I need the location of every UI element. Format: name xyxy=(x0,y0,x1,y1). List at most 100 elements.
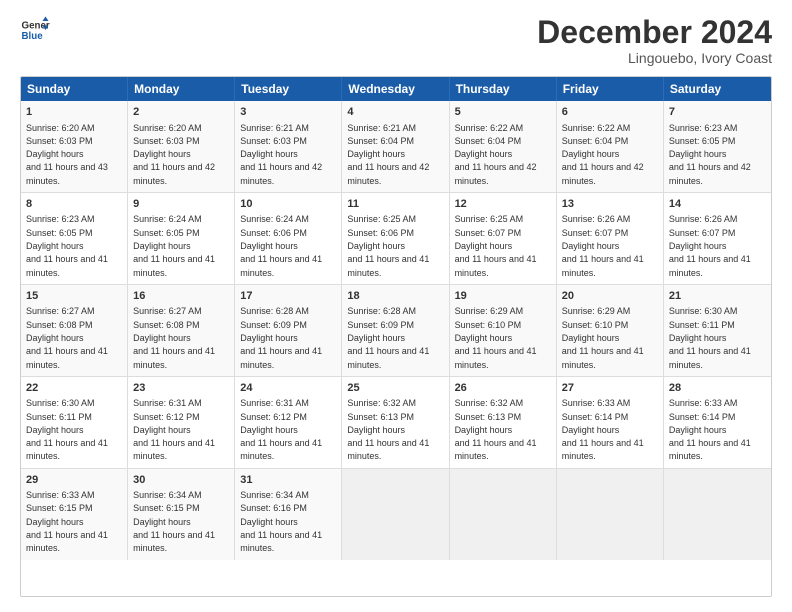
calendar-cell-day-25: 25 Sunrise: 6:32 AMSunset: 6:13 PMDayligh… xyxy=(342,377,449,468)
day-number: 2 xyxy=(133,105,229,120)
day-number: 19 xyxy=(455,289,551,304)
day-number: 16 xyxy=(133,289,229,304)
calendar-cell-day-14: 14 Sunrise: 6:26 AMSunset: 6:07 PMDayligh… xyxy=(664,193,771,284)
calendar-cell-day-17: 17Sunrise: 6:28 AMSunset: 6:09 PMDayligh… xyxy=(235,285,342,376)
header-sunday: Sunday xyxy=(21,77,128,101)
logo-icon: General Blue xyxy=(20,15,50,45)
calendar-cell-day-22: 22Sunrise: 6:30 AMSunset: 6:11 PMDayligh… xyxy=(21,377,128,468)
header-friday: Friday xyxy=(557,77,664,101)
calendar-cell-day-19: 19 Sunrise: 6:29 AMSunset: 6:10 PMDayligh… xyxy=(450,285,557,376)
day-number: 7 xyxy=(669,105,766,120)
day-info: Sunrise: 6:33 AMSunset: 6:15 PMDaylight … xyxy=(26,490,108,553)
calendar-cell-day-31: 31 Sunrise: 6:34 AMSunset: 6:16 PMDayligh… xyxy=(235,469,342,560)
header-monday: Monday xyxy=(128,77,235,101)
calendar-cell-day-26: 26 Sunrise: 6:32 AMSunset: 6:13 PMDayligh… xyxy=(450,377,557,468)
calendar-cell-day-24: 24Sunrise: 6:31 AMSunset: 6:12 PMDayligh… xyxy=(235,377,342,468)
day-info: Sunrise: 6:20 AMSunset: 6:03 PMDaylight … xyxy=(133,123,215,186)
calendar-cell-day-10: 10 Sunrise: 6:24 AMSunset: 6:06 PMDayligh… xyxy=(235,193,342,284)
day-info: Sunrise: 6:32 AMSunset: 6:13 PMDaylight … xyxy=(455,398,537,461)
header-wednesday: Wednesday xyxy=(342,77,449,101)
calendar-cell-day-6: 6Sunrise: 6:22 AMSunset: 6:04 PMDaylight… xyxy=(557,101,664,192)
calendar-cell-day-13: 13 Sunrise: 6:26 AMSunset: 6:07 PMDayligh… xyxy=(557,193,664,284)
day-info: Sunrise: 6:27 AMSunset: 6:08 PMDaylight … xyxy=(133,306,215,369)
page: General Blue December 2024 Lingouebo, Iv… xyxy=(0,0,792,612)
header-thursday: Thursday xyxy=(450,77,557,101)
calendar-row-2: 8Sunrise: 6:23 AMSunset: 6:05 PMDaylight… xyxy=(21,193,771,285)
day-number: 3 xyxy=(240,105,336,120)
day-number: 29 xyxy=(26,473,122,488)
day-info: Sunrise: 6:29 AMSunset: 6:10 PMDaylight … xyxy=(562,306,644,369)
calendar-cell-day-8: 8Sunrise: 6:23 AMSunset: 6:05 PMDaylight… xyxy=(21,193,128,284)
day-info: Sunrise: 6:24 AMSunset: 6:06 PMDaylight … xyxy=(240,214,322,277)
calendar-cell-day-16: 16 Sunrise: 6:27 AMSunset: 6:08 PMDayligh… xyxy=(128,285,235,376)
day-info: Sunrise: 6:34 AMSunset: 6:16 PMDaylight … xyxy=(240,490,322,553)
day-number: 10 xyxy=(240,197,336,212)
day-info: Sunrise: 6:31 AMSunset: 6:12 PMDaylight … xyxy=(133,398,215,461)
day-info: Sunrise: 6:22 AMSunset: 6:04 PMDaylight … xyxy=(455,123,537,186)
day-number: 9 xyxy=(133,197,229,212)
calendar-cell-day-2: 2 Sunrise: 6:20 AMSunset: 6:03 PMDaylight… xyxy=(128,101,235,192)
calendar-cell-day-3: 3Sunrise: 6:21 AMSunset: 6:03 PMDaylight… xyxy=(235,101,342,192)
calendar-cell-day-12: 12Sunrise: 6:25 AMSunset: 6:07 PMDayligh… xyxy=(450,193,557,284)
day-info: Sunrise: 6:26 AMSunset: 6:07 PMDaylight … xyxy=(669,214,751,277)
calendar-cell-day-28: 28Sunrise: 6:33 AMSunset: 6:14 PMDayligh… xyxy=(664,377,771,468)
day-info: Sunrise: 6:34 AMSunset: 6:15 PMDaylight … xyxy=(133,490,215,553)
day-info: Sunrise: 6:27 AMSunset: 6:08 PMDaylight … xyxy=(26,306,108,369)
day-info: Sunrise: 6:30 AMSunset: 6:11 PMDaylight … xyxy=(26,398,108,461)
day-info: Sunrise: 6:25 AMSunset: 6:06 PMDaylight … xyxy=(347,214,429,277)
calendar: Sunday Monday Tuesday Wednesday Thursday… xyxy=(20,76,772,597)
calendar-cell-day-1: 1Sunrise: 6:20 AMSunset: 6:03 PMDaylight… xyxy=(21,101,128,192)
day-number: 6 xyxy=(562,105,658,120)
day-info: Sunrise: 6:30 AMSunset: 6:11 PMDaylight … xyxy=(669,306,751,369)
day-info: Sunrise: 6:33 AMSunset: 6:14 PMDaylight … xyxy=(669,398,751,461)
day-number: 11 xyxy=(347,197,443,212)
calendar-row-4: 22Sunrise: 6:30 AMSunset: 6:11 PMDayligh… xyxy=(21,377,771,469)
day-number: 25 xyxy=(347,381,443,396)
day-number: 31 xyxy=(240,473,336,488)
day-number: 14 xyxy=(669,197,766,212)
day-info: Sunrise: 6:29 AMSunset: 6:10 PMDaylight … xyxy=(455,306,537,369)
calendar-cell-day-18: 18 Sunrise: 6:28 AMSunset: 6:09 PMDayligh… xyxy=(342,285,449,376)
calendar-header: Sunday Monday Tuesday Wednesday Thursday… xyxy=(21,77,771,101)
calendar-row-1: 1Sunrise: 6:20 AMSunset: 6:03 PMDaylight… xyxy=(21,101,771,193)
title-section: December 2024 Lingouebo, Ivory Coast xyxy=(537,15,772,66)
calendar-cell-day-30: 30 Sunrise: 6:34 AMSunset: 6:15 PMDayligh… xyxy=(128,469,235,560)
day-info: Sunrise: 6:24 AMSunset: 6:05 PMDaylight … xyxy=(133,214,215,277)
calendar-cell-empty xyxy=(342,469,449,560)
calendar-cell-day-9: 9 Sunrise: 6:24 AMSunset: 6:05 PMDaylight… xyxy=(128,193,235,284)
calendar-cell-day-21: 21 Sunrise: 6:30 AMSunset: 6:11 PMDayligh… xyxy=(664,285,771,376)
day-info: Sunrise: 6:21 AMSunset: 6:04 PMDaylight … xyxy=(347,123,429,186)
day-info: Sunrise: 6:23 AMSunset: 6:05 PMDaylight … xyxy=(26,214,108,277)
calendar-cell-day-23: 23Sunrise: 6:31 AMSunset: 6:12 PMDayligh… xyxy=(128,377,235,468)
calendar-cell-day-20: 20 Sunrise: 6:29 AMSunset: 6:10 PMDayligh… xyxy=(557,285,664,376)
calendar-cell-empty xyxy=(664,469,771,560)
calendar-cell-empty xyxy=(557,469,664,560)
calendar-cell-day-4: 4 Sunrise: 6:21 AMSunset: 6:04 PMDaylight… xyxy=(342,101,449,192)
calendar-cell-day-5: 5 Sunrise: 6:22 AMSunset: 6:04 PMDaylight… xyxy=(450,101,557,192)
day-number: 15 xyxy=(26,289,122,304)
day-number: 21 xyxy=(669,289,766,304)
day-info: Sunrise: 6:23 AMSunset: 6:05 PMDaylight … xyxy=(669,123,751,186)
calendar-cell-empty xyxy=(450,469,557,560)
calendar-row-5: 29 Sunrise: 6:33 AMSunset: 6:15 PMDayligh… xyxy=(21,469,771,560)
header-tuesday: Tuesday xyxy=(235,77,342,101)
day-info: Sunrise: 6:28 AMSunset: 6:09 PMDaylight … xyxy=(347,306,429,369)
day-info: Sunrise: 6:26 AMSunset: 6:07 PMDaylight … xyxy=(562,214,644,277)
day-info: Sunrise: 6:20 AMSunset: 6:03 PMDaylight … xyxy=(26,123,108,186)
calendar-row-3: 15 Sunrise: 6:27 AMSunset: 6:08 PMDayligh… xyxy=(21,285,771,377)
main-title: December 2024 xyxy=(537,15,772,50)
day-number: 26 xyxy=(455,381,551,396)
day-info: Sunrise: 6:33 AMSunset: 6:14 PMDaylight … xyxy=(562,398,644,461)
day-number: 30 xyxy=(133,473,229,488)
day-number: 4 xyxy=(347,105,443,120)
day-number: 18 xyxy=(347,289,443,304)
day-number: 5 xyxy=(455,105,551,120)
day-info: Sunrise: 6:32 AMSunset: 6:13 PMDaylight … xyxy=(347,398,429,461)
day-number: 13 xyxy=(562,197,658,212)
calendar-cell-day-15: 15 Sunrise: 6:27 AMSunset: 6:08 PMDayligh… xyxy=(21,285,128,376)
day-number: 24 xyxy=(240,381,336,396)
subtitle: Lingouebo, Ivory Coast xyxy=(537,50,772,66)
day-number: 12 xyxy=(455,197,551,212)
day-number: 20 xyxy=(562,289,658,304)
day-number: 17 xyxy=(240,289,336,304)
